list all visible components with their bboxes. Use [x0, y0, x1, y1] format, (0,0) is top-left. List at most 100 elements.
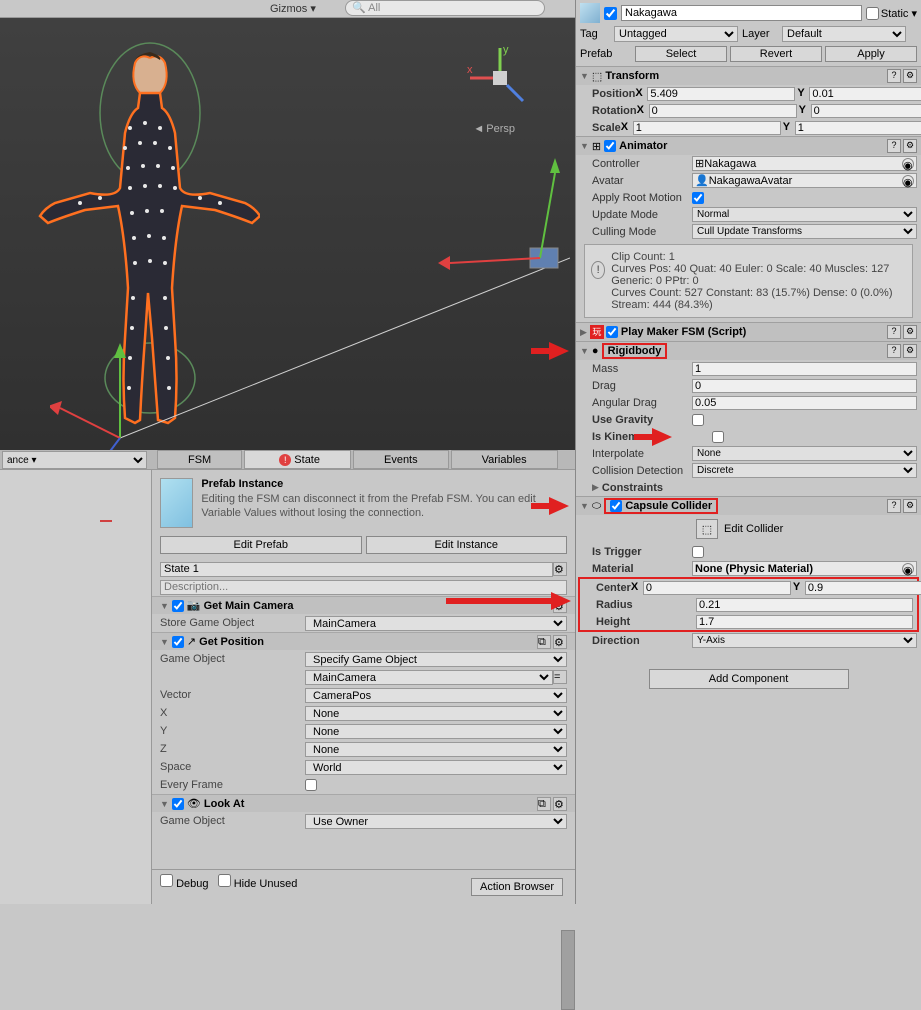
- tab-variables[interactable]: Variables: [451, 450, 558, 469]
- add-component-button[interactable]: Add Component: [649, 669, 849, 689]
- edit-prefab-button[interactable]: Edit Prefab: [160, 536, 362, 554]
- get-main-camera-toggle[interactable]: [172, 600, 184, 612]
- x-select[interactable]: None: [305, 706, 567, 721]
- gizmo-dropdown[interactable]: Gizmos ▾: [270, 2, 316, 15]
- tab-state[interactable]: ! State: [244, 450, 351, 469]
- action-browser-button[interactable]: Action Browser: [471, 878, 563, 896]
- radius-input[interactable]: [696, 598, 913, 612]
- animator-component: ▼⊞Animator?⚙ Controller⊞Nakagawa◉ Avatar…: [576, 136, 921, 318]
- debug-checkbox[interactable]: [160, 874, 173, 887]
- is-kinematic-checkbox[interactable]: [712, 431, 724, 443]
- scene-view[interactable]: Persp y x: [0, 18, 575, 450]
- playmaker-panel: ance ▾ FSM ! State Events Variables Pref…: [0, 450, 575, 904]
- help-icon[interactable]: ?: [887, 344, 901, 358]
- gear-icon[interactable]: ⚙: [903, 344, 917, 358]
- tab-events[interactable]: Events: [353, 450, 449, 469]
- mass-input[interactable]: [692, 362, 917, 376]
- gear-icon[interactable]: ⚙: [903, 69, 917, 83]
- is-trigger-checkbox[interactable]: [692, 546, 704, 558]
- z-select[interactable]: None: [305, 742, 567, 757]
- direction-select[interactable]: Y-Axis: [692, 633, 917, 648]
- help-icon[interactable]: ?: [887, 325, 901, 339]
- help-icon[interactable]: ?: [887, 499, 901, 513]
- copy-icon[interactable]: ⧉: [537, 797, 551, 811]
- physic-material-field[interactable]: None (Physic Material)◉: [692, 561, 917, 576]
- tag-select[interactable]: Untagged: [614, 26, 738, 42]
- object-picker-icon[interactable]: ◉: [902, 563, 914, 575]
- rot-y-input[interactable]: [811, 104, 921, 118]
- state-name-input[interactable]: [160, 562, 553, 577]
- prefab-icon: [160, 478, 193, 528]
- object-picker-icon[interactable]: ◉: [902, 175, 914, 187]
- prefab-select-button[interactable]: Select: [635, 46, 727, 62]
- layer-select[interactable]: Default: [782, 26, 906, 42]
- game-object-target[interactable]: MainCamera: [305, 670, 553, 685]
- transform-component: ▼⬚Transform?⚙ PositionXYZ RotationXYZ Sc…: [576, 66, 921, 136]
- gear-icon[interactable]: ⚙: [553, 635, 567, 649]
- scrollbar-thumb[interactable]: [561, 930, 575, 1010]
- drag-input[interactable]: [692, 379, 917, 393]
- use-gravity-checkbox[interactable]: [692, 414, 704, 426]
- center-y-input[interactable]: [805, 581, 921, 595]
- look-at-toggle[interactable]: [172, 798, 184, 810]
- tab-fsm[interactable]: FSM: [157, 450, 242, 469]
- root-motion-checkbox[interactable]: [692, 192, 704, 204]
- culling-mode-select[interactable]: Cull Update Transforms: [692, 224, 917, 239]
- capsule-enabled-checkbox[interactable]: [610, 500, 622, 512]
- object-name-input[interactable]: [621, 5, 862, 21]
- info-icon: !: [591, 261, 605, 279]
- scene-search-input[interactable]: 🔍 All: [345, 0, 545, 16]
- scale-y-input[interactable]: [795, 121, 921, 135]
- copy-icon[interactable]: ⧉: [537, 635, 551, 649]
- animator-info: !Clip Count: 1 Curves Pos: 40 Quat: 40 E…: [584, 244, 913, 318]
- object-picker-icon[interactable]: ◉: [902, 158, 914, 170]
- error-icon: !: [279, 454, 291, 466]
- y-select[interactable]: None: [305, 724, 567, 739]
- avatar-field[interactable]: 👤NakagawaAvatar◉: [692, 173, 917, 188]
- store-object-select[interactable]: MainCamera: [305, 616, 567, 631]
- fsm-graph-area[interactable]: [0, 470, 152, 904]
- pos-x-input[interactable]: [647, 87, 795, 101]
- every-frame-checkbox[interactable]: [305, 779, 317, 791]
- edit-instance-button[interactable]: Edit Instance: [366, 536, 568, 554]
- help-icon[interactable]: ?: [887, 139, 901, 153]
- gear-icon[interactable]: ⚙: [903, 139, 917, 153]
- playmaker-enabled-checkbox[interactable]: [606, 326, 618, 338]
- animator-enabled-checkbox[interactable]: [604, 140, 616, 152]
- pos-y-input[interactable]: [809, 87, 921, 101]
- controller-field[interactable]: ⊞Nakagawa◉: [692, 156, 917, 171]
- state-settings-icon[interactable]: ⚙: [553, 562, 567, 576]
- gear-icon[interactable]: ⚙: [903, 499, 917, 513]
- prefab-apply-button[interactable]: Apply: [825, 46, 917, 62]
- orientation-gizmo[interactable]: y x: [465, 43, 535, 113]
- space-select[interactable]: World: [305, 760, 567, 775]
- gear-icon[interactable]: ⚙: [553, 797, 567, 811]
- rot-x-input[interactable]: [649, 104, 797, 118]
- help-icon[interactable]: ?: [887, 69, 901, 83]
- object-active-checkbox[interactable]: [604, 7, 617, 20]
- static-checkbox[interactable]: [866, 7, 879, 20]
- scene-viewport: Gizmos ▾ 🔍 All: [0, 0, 575, 450]
- hide-unused-checkbox[interactable]: [218, 874, 231, 887]
- angular-drag-input[interactable]: [692, 396, 917, 410]
- vector-select[interactable]: CameraPos: [305, 688, 567, 703]
- height-input[interactable]: [696, 615, 913, 629]
- scale-x-input[interactable]: [633, 121, 781, 135]
- capsule-collider-component: ▼⬭Capsule Collider?⚙ ⬚Edit Collider Is T…: [576, 496, 921, 649]
- svg-text:x: x: [467, 64, 473, 76]
- lookat-object-select[interactable]: Use Owner: [305, 814, 567, 829]
- update-mode-select[interactable]: Normal: [692, 207, 917, 222]
- fsm-selector[interactable]: ance ▾: [2, 451, 147, 469]
- persp-label: Persp: [473, 123, 515, 135]
- prefab-title: Prefab Instance: [201, 478, 567, 490]
- center-x-input[interactable]: [643, 581, 791, 595]
- section-title: Get Position: [199, 636, 537, 648]
- prefab-revert-button[interactable]: Revert: [730, 46, 822, 62]
- get-position-toggle[interactable]: [172, 636, 184, 648]
- gear-icon[interactable]: ⚙: [903, 325, 917, 339]
- transform-gizmo[interactable]: [50, 148, 570, 458]
- interpolate-select[interactable]: None: [692, 446, 917, 461]
- game-object-select[interactable]: Specify Game Object: [305, 652, 567, 667]
- collision-detect-select[interactable]: Discrete: [692, 463, 917, 478]
- edit-collider-button[interactable]: ⬚: [696, 519, 718, 539]
